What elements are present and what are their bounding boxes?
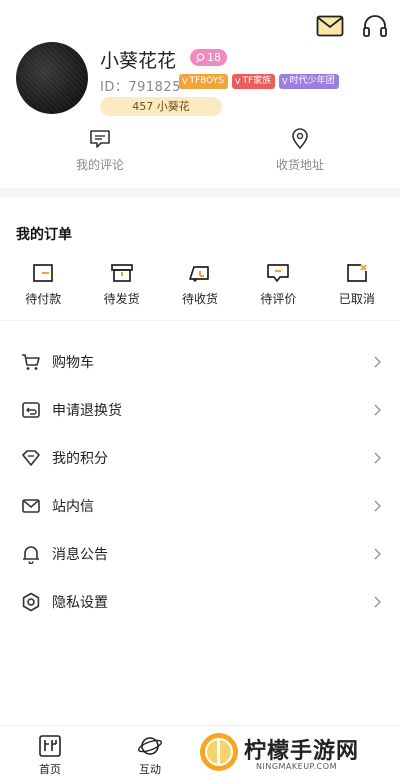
- wallet-icon: [33, 264, 54, 282]
- headphones-icon[interactable]: [362, 14, 388, 38]
- watermark-title: 柠檬手游网: [244, 739, 360, 764]
- menu-item-announcements[interactable]: 消息公告: [0, 530, 400, 578]
- order-pending-payment[interactable]: 待付款: [4, 262, 82, 307]
- menu-list: 购物车 申请退换货 我的积分 站内信 消息公告 隐私设置: [0, 338, 400, 626]
- order-cancelled[interactable]: 已取消: [318, 262, 396, 307]
- profile-card: 小葵花花 18 ID：791825 V TFBOYS V TF家族 V 时代少年团 4…: [16, 42, 384, 122]
- menu-item-cart[interactable]: 购物车: [0, 338, 400, 386]
- quick-actions: 我的评论 收货地址: [0, 128, 400, 178]
- avatar[interactable]: [16, 42, 88, 114]
- level-icon: [196, 52, 205, 63]
- username: 小葵花花: [100, 50, 177, 72]
- mail-icon[interactable]: [316, 15, 344, 37]
- my-comments-button[interactable]: 我的评论: [0, 128, 200, 178]
- order-pending-shipment[interactable]: 待发货: [82, 262, 160, 307]
- level-badge: 18: [190, 49, 227, 66]
- cart-icon: [20, 351, 42, 373]
- review-icon: [267, 264, 290, 282]
- tag-tf-family[interactable]: V TF家族: [231, 74, 276, 89]
- chevron-right-icon: [372, 500, 382, 512]
- v-icon: V: [282, 77, 288, 86]
- cancelled-icon: [346, 264, 367, 282]
- shipping-address-button[interactable]: 收货地址: [200, 128, 400, 178]
- orders-title: 我的订单: [16, 227, 72, 243]
- order-pending-review[interactable]: 待评价: [239, 262, 317, 307]
- fan-tags: V TFBOYS V TF家族 V 时代少年团: [179, 74, 339, 89]
- chevron-right-icon: [372, 356, 382, 368]
- menu-item-returns[interactable]: 申请退换货: [0, 386, 400, 434]
- home-icon: [39, 735, 61, 757]
- tag-tnt[interactable]: V 时代少年团: [279, 74, 339, 89]
- level-value: 18: [207, 51, 221, 64]
- menu-item-privacy[interactable]: 隐私设置: [0, 578, 400, 626]
- nav-interact[interactable]: 互动: [100, 726, 200, 783]
- orders-row: 待付款 待发货 待收货 待评价 已取消: [0, 262, 400, 307]
- chevron-right-icon: [372, 596, 382, 608]
- nav-home[interactable]: 首页: [0, 726, 100, 783]
- lemon-logo-icon: [200, 733, 238, 771]
- menu-item-inbox[interactable]: 站内信: [0, 482, 400, 530]
- section-divider: [0, 188, 400, 198]
- v-icon: V: [234, 77, 241, 86]
- menu-item-points[interactable]: 我的积分: [0, 434, 400, 482]
- planet-icon: [137, 737, 163, 755]
- box-icon: [110, 264, 133, 282]
- divider: [0, 320, 400, 321]
- return-icon: [20, 399, 42, 421]
- truck-icon: [189, 266, 209, 282]
- envelope-icon: [20, 495, 42, 517]
- comment-icon: [90, 130, 110, 148]
- chevron-right-icon: [372, 404, 382, 416]
- watermark-subtitle: NINGMAKEUP.COM: [256, 762, 337, 771]
- header-actions: [316, 14, 388, 38]
- bell-icon: [20, 543, 42, 565]
- user-id: ID：791825: [100, 80, 181, 95]
- diamond-icon: [20, 447, 42, 469]
- watermark: 柠檬手游网 NINGMAKEUP.COM: [200, 729, 390, 777]
- chevron-right-icon: [372, 548, 382, 560]
- order-pending-receipt[interactable]: 待收货: [161, 262, 239, 307]
- chevron-right-icon: [372, 452, 382, 464]
- location-pin-icon: [292, 128, 308, 150]
- v-icon: V: [182, 77, 188, 86]
- tag-tfboys[interactable]: V TFBOYS: [179, 74, 228, 89]
- gear-icon: [20, 591, 42, 613]
- points-pill[interactable]: 457 小葵花: [100, 97, 222, 116]
